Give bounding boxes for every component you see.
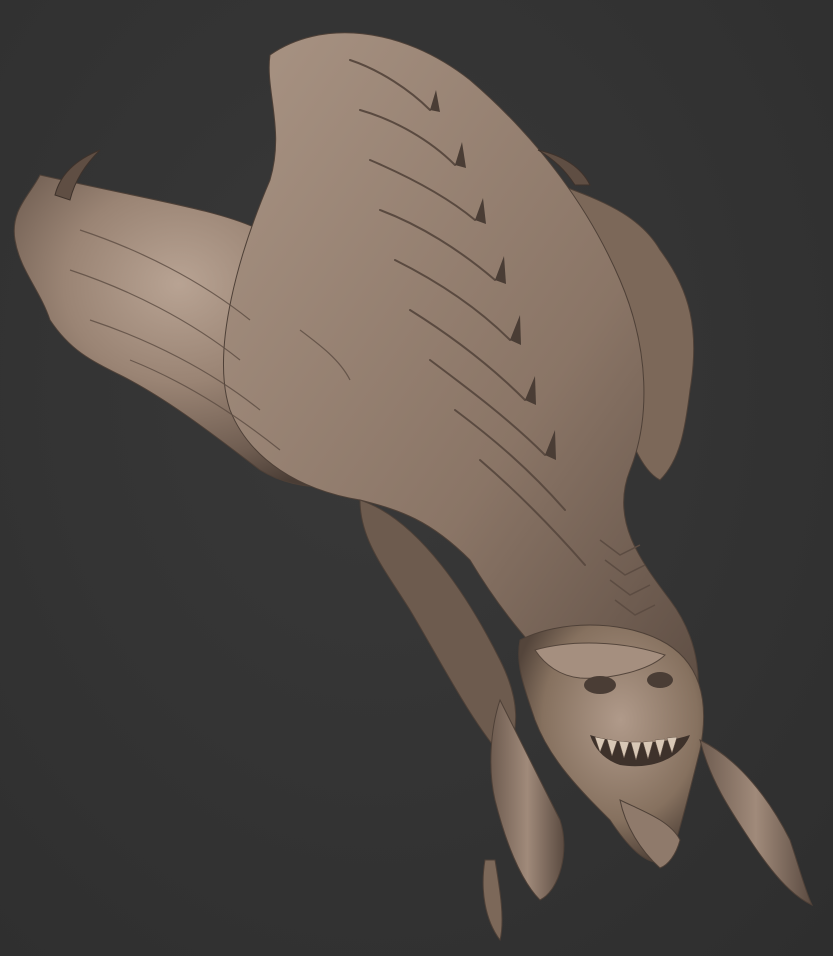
right-eye-socket [647, 672, 673, 688]
left-mandible-spike [482, 859, 503, 942]
sculpt-viewport [0, 0, 833, 956]
creature-head-sculpt [13, 32, 814, 942]
right-mandible [699, 739, 814, 907]
left-eye-socket [584, 676, 616, 694]
